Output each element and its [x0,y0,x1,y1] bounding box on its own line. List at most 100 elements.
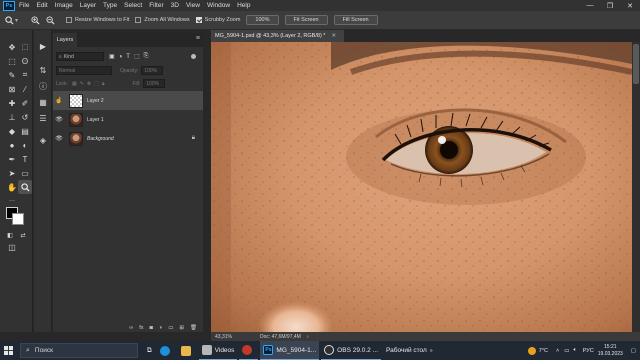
eyedropper-tool-icon[interactable]: ⁄ [18,82,32,96]
lock-position-icon[interactable]: ✥ [87,81,91,87]
grid-icon[interactable]: ▦ [37,96,49,108]
fit-screen-button[interactable]: Fit Screen [284,15,328,25]
visibility-eye-icon[interactable]: 👁︎ [53,110,65,129]
task-view-icon[interactable]: ⧉ [144,341,155,360]
history-brush-tool-icon[interactable]: ↺ [18,110,32,124]
blur-tool-icon[interactable]: ● [5,138,19,152]
lasso-tool-icon[interactable]: ʘ [18,54,32,68]
taskbar-app-videos[interactable]: Videos [198,341,238,360]
weather-icon[interactable] [527,346,536,355]
play-actions-icon[interactable]: ▶ [37,40,49,52]
menu-view[interactable]: View [186,2,200,9]
zoom-level[interactable]: 43,31% [215,334,232,340]
taskbar-search-input[interactable]: ⌕ Поиск [20,343,138,358]
link-layers-icon[interactable]: ∞ [129,325,133,331]
zoom-out-icon[interactable] [44,14,56,26]
status-menu-chevron-icon[interactable]: › [307,334,309,340]
group-icon[interactable]: ▭ [168,325,173,331]
clone-stamp-tool-icon[interactable]: ⊥ [5,110,19,124]
zoom-tool-icon[interactable] [3,14,15,26]
lock-transparency-icon[interactable]: ▦ [72,81,77,87]
notifications-icon[interactable]: ▢ [631,348,636,354]
volume-icon[interactable]: 🔈︎ [573,347,576,354]
visibility-eye-icon[interactable]: 👁︎ [53,129,65,148]
filter-toggle-icon[interactable] [191,54,196,59]
healing-brush-tool-icon[interactable]: ✚ [5,96,19,110]
fill-screen-button[interactable]: Fill Screen [333,15,378,25]
adjustments-icon[interactable]: ⇅ [37,64,49,76]
shape-filter-icon[interactable]: ⬚ [134,53,140,60]
background-color-swatch[interactable] [12,213,24,225]
layer-style-icon[interactable]: fx [139,325,143,331]
menu-edit[interactable]: Edit [36,2,47,9]
language-indicator[interactable]: РУС [583,348,594,354]
pen-tool-icon[interactable]: ✒ [5,152,19,166]
close-document-icon[interactable]: ✕ [331,33,336,39]
blend-mode-select[interactable]: Normal [56,66,112,75]
eraser-tool-icon[interactable]: ◆ [5,124,19,138]
zoom-in-icon[interactable] [29,14,41,26]
file-explorer-icon[interactable] [178,341,197,360]
kind-filter-select[interactable]: ⌕ Kind [56,52,104,61]
frame-tool-icon[interactable]: ⊠ [5,82,19,96]
type-tool-icon[interactable]: T [18,152,32,166]
hand-tool-icon[interactable]: ✋ [5,180,19,194]
document-canvas[interactable] [211,42,632,332]
network-icon[interactable]: ▭ [564,348,569,354]
zoom-100-button[interactable]: 100% [246,15,279,25]
tool-preset-chevron-icon[interactable]: ▾ [15,17,21,24]
delete-layer-icon[interactable]: 🗑︎ [190,325,197,331]
new-layer-icon[interactable]: ⊞ [179,325,184,331]
crop-tool-icon[interactable]: ⌗ [18,68,32,82]
edge-icon[interactable] [157,341,176,360]
pixel-filter-icon[interactable]: ▣ [109,53,115,60]
gradient-tool-icon[interactable]: ▤ [18,124,32,138]
tab-layers[interactable]: Layers [53,33,77,47]
layer-mask-icon[interactable]: ◙ [150,325,153,331]
close-icon[interactable]: ✕ [620,0,640,11]
menu-layer[interactable]: Layer [80,2,96,9]
opacity-input[interactable]: 100% [141,66,164,75]
weather-temp[interactable]: 7°C [539,348,548,354]
show-hidden-icons-icon[interactable]: ˄ [556,348,559,354]
adjustment-filter-icon[interactable]: ◑ [119,54,123,60]
adjustment-layer-icon[interactable]: ◑ [159,325,162,331]
marquee-tool-icon[interactable]: ⬚ [5,54,19,68]
windows-start-icon[interactable] [0,341,16,360]
zoom-all-windows-checkbox[interactable]: Zoom All Windows [135,17,190,23]
lock-artboard-icon[interactable]: ⬚ [94,81,99,87]
maximize-icon[interactable]: ❐ [600,0,620,11]
layer-row-background[interactable]: 👁︎ Background 🔒︎ [53,129,203,148]
menu-image[interactable]: Image [55,2,73,9]
fill-input[interactable]: 100% [143,79,166,88]
rectangle-tool-icon[interactable]: ▭ [18,166,32,180]
zoom-tool-icon-active[interactable] [18,180,32,194]
menu-file[interactable]: File [19,2,29,9]
type-filter-icon[interactable]: T [126,54,130,60]
taskbar-app-photoshop[interactable]: Ps MG_5904-1... [260,341,320,360]
recorder-app-icon[interactable] [239,341,259,360]
artboard-tool-icon[interactable]: ⬚ [18,40,32,54]
lock-all-icon[interactable]: 🔒︎ [102,81,105,87]
minimize-icon[interactable]: — [580,0,600,11]
dodge-tool-icon[interactable]: ◐ [18,138,32,152]
clock[interactable]: 15:21 19.03.2023 [598,344,623,358]
menu-help[interactable]: Help [237,2,250,9]
move-tool-icon[interactable]: ✥ [5,40,19,54]
scrollbar-thumb[interactable] [633,44,639,84]
more-tools-icon[interactable]: ··· [5,194,19,208]
quick-mask-icon[interactable]: ◫ [5,240,19,254]
menu-filter[interactable]: Filter [149,2,163,9]
document-tab[interactable]: MG_5904-1.psd @ 43,3% (Layer 2, RGB/8) *… [211,30,345,42]
info-icon[interactable]: ⓘ [37,80,49,92]
menu-select[interactable]: Select [124,2,142,9]
properties-icon[interactable]: ☰ [37,112,49,124]
layer-row-layer-2[interactable]: ☝ Layer 2 [53,91,203,110]
vertical-scrollbar[interactable] [632,42,640,332]
menu-3d[interactable]: 3D [171,2,179,9]
smart-object-filter-icon[interactable]: ⎘ [144,53,149,60]
menu-window[interactable]: Window [207,2,230,9]
styles-icon[interactable]: ◈ [37,134,49,146]
brush-tool-icon[interactable]: ✐ [18,96,32,110]
scrubby-zoom-checkbox[interactable]: Scrubby Zoom [195,17,240,23]
